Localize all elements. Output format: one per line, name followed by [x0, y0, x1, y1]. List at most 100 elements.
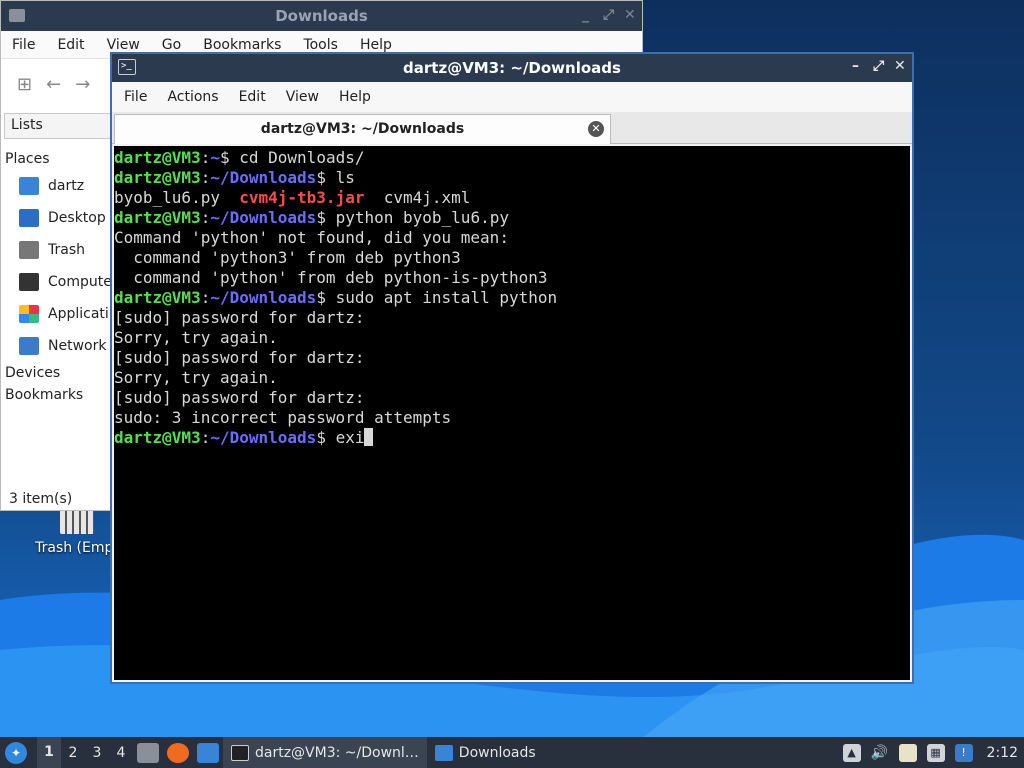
menu-go[interactable]: Go — [151, 37, 192, 53]
prompt-user: dartz@VM3 — [114, 288, 201, 307]
prompt-path: ~ — [210, 148, 220, 167]
output-text: Sorry, try again. — [114, 328, 278, 347]
terminal-tab-label: dartz@VM3: ~/Downloads — [260, 121, 465, 137]
terminal-line: Sorry, try again. — [114, 328, 910, 348]
sidebar-item-label: Desktop — [48, 210, 106, 226]
terminal-line: [sudo] password for dartz: — [114, 348, 910, 368]
terminal-line: dartz@VM3:~$ cd Downloads/ — [114, 148, 910, 168]
menu-help[interactable]: Help — [329, 89, 381, 105]
network-icon[interactable]: ▦ — [926, 743, 945, 762]
menu-help[interactable]: Help — [349, 37, 403, 53]
taskbar: ✦ 1 2 3 4 dartz@VM3: ~/Downl… Downloads … — [0, 737, 1024, 768]
desktop-launcher-icon[interactable] — [197, 742, 219, 763]
prompt-user: dartz@VM3 — [114, 208, 201, 227]
menu-edit[interactable]: Edit — [46, 37, 95, 53]
menu-view[interactable]: View — [96, 37, 151, 53]
maximize-icon[interactable]: ⤢ — [873, 58, 884, 74]
sidebar-item-label: Network — [48, 338, 107, 354]
terminal-output[interactable]: dartz@VM3:~$ cd Downloads/dartz@VM3:~/Do… — [114, 146, 910, 680]
home-folder-icon — [19, 177, 39, 195]
status-bar: 3 item(s) — [9, 491, 73, 507]
sidebar-item-label: Applicati — [48, 306, 109, 322]
sidebar-item-label: dartz — [48, 178, 85, 194]
notification-icon[interactable]: ! — [954, 743, 973, 762]
file-manager-launcher-icon[interactable] — [137, 742, 159, 763]
command-text: python byob_lu6.py — [335, 208, 509, 227]
clock[interactable]: 2:12 — [987, 745, 1018, 761]
menu-edit[interactable]: Edit — [229, 89, 276, 105]
computer-icon — [19, 273, 39, 291]
close-tab-icon[interactable]: ✕ — [588, 121, 604, 137]
volume-icon[interactable]: 🔊 — [871, 744, 889, 762]
terminal-icon — [231, 744, 249, 761]
folder-icon — [434, 744, 453, 761]
network-icon — [19, 337, 39, 355]
taskbar-task-label: Downloads — [458, 744, 536, 761]
clipboard-icon[interactable] — [898, 743, 917, 762]
maximize-icon[interactable]: ⤢ — [603, 7, 614, 23]
devices-header[interactable]: Devices — [5, 362, 113, 384]
close-icon[interactable]: ✕ — [624, 7, 636, 23]
prompt-path: ~/Downloads — [210, 288, 317, 307]
places-sidebar: Places dartz Desktop Trash Compute Appli… — [5, 148, 113, 406]
prompt-symbol: $ — [316, 428, 336, 447]
output-text: Sorry, try again. — [114, 368, 278, 387]
output-text: [sudo] password for dartz: — [114, 308, 365, 327]
sidebar-item-network[interactable]: Network — [5, 330, 113, 362]
sidebar-item-home[interactable]: dartz — [5, 170, 113, 202]
terminal-tab[interactable]: dartz@VM3: ~/Downloads ✕ — [114, 114, 611, 144]
terminal-window[interactable]: >_ dartz@VM3: ~/Downloads – ⤢ ✕ File Act… — [110, 52, 914, 684]
prompt-symbol: $ — [316, 208, 336, 227]
terminal-icon: >_ — [118, 59, 136, 75]
terminal-line: byob_lu6.py cvm4j-tb3.jar cvm4j.xml — [114, 188, 910, 208]
terminal-line: sudo: 3 incorrect password attempts — [114, 408, 910, 428]
text-cursor — [364, 428, 374, 446]
trash-icon — [60, 508, 94, 534]
workspace-2[interactable]: 2 — [61, 745, 85, 761]
terminal-line: dartz@VM3:~/Downloads$ ls — [114, 168, 910, 188]
new-tab-icon[interactable]: ⊞ — [17, 74, 32, 95]
firefox-icon[interactable] — [167, 742, 189, 763]
sidebar-item-desktop[interactable]: Desktop — [5, 202, 113, 234]
menu-file[interactable]: File — [114, 89, 157, 105]
sidebar-item-trash[interactable]: Trash — [5, 234, 113, 266]
applications-icon — [19, 305, 39, 323]
menu-bookmarks[interactable]: Bookmarks — [192, 37, 292, 53]
prompt-path: ~/Downloads — [210, 168, 317, 187]
command-text: cd Downloads/ — [239, 148, 365, 167]
menu-file[interactable]: File — [1, 37, 46, 53]
menu-actions[interactable]: Actions — [157, 89, 228, 105]
workspace-1[interactable]: 1 — [37, 737, 61, 768]
command-text: exi — [335, 428, 365, 447]
forward-icon[interactable]: → — [75, 74, 90, 95]
taskbar-task-terminal[interactable]: dartz@VM3: ~/Downl… — [223, 737, 427, 768]
menu-tools[interactable]: Tools — [292, 37, 349, 53]
system-tray: ▲ 🔊 ▦ ! 2:12 — [842, 737, 1024, 768]
prompt-separator: : — [200, 208, 211, 227]
side-pane-selector[interactable]: Lists — [4, 113, 112, 139]
output-text: sudo: 3 incorrect password attempts — [114, 408, 452, 427]
workspace-4[interactable]: 4 — [109, 745, 133, 761]
workspace-3[interactable]: 3 — [85, 745, 109, 761]
output-text: [sudo] password for dartz: — [114, 388, 365, 407]
terminal-menubar: File Actions Edit View Help — [112, 82, 912, 112]
terminal-line: Command 'python' not found, did you mean… — [114, 228, 910, 248]
file-manager-titlebar[interactable]: Downloads _ ⤢ ✕ — [1, 1, 642, 31]
close-icon[interactable]: ✕ — [894, 58, 906, 74]
file-entry: cvm4j-tb3.jar — [239, 188, 365, 207]
prompt-symbol: $ — [316, 168, 336, 187]
minimize-icon[interactable]: – — [852, 58, 859, 74]
back-icon[interactable]: ← — [46, 74, 61, 95]
app-menu-icon[interactable]: ✦ — [5, 741, 27, 764]
prompt-separator: : — [200, 148, 211, 167]
sidebar-item-applications[interactable]: Applicati — [5, 298, 113, 330]
sidebar-item-computer[interactable]: Compute — [5, 266, 113, 298]
trash-icon — [19, 241, 39, 259]
taskbar-task-downloads[interactable]: Downloads — [427, 737, 544, 768]
bookmarks-header[interactable]: Bookmarks — [5, 384, 113, 406]
terminal-line: command 'python' from deb python-is-pyth… — [114, 268, 910, 288]
menu-view[interactable]: View — [276, 89, 329, 105]
updates-icon[interactable]: ▲ — [842, 743, 861, 762]
minimize-icon[interactable]: _ — [582, 7, 589, 23]
terminal-titlebar[interactable]: >_ dartz@VM3: ~/Downloads – ⤢ ✕ — [112, 54, 912, 82]
